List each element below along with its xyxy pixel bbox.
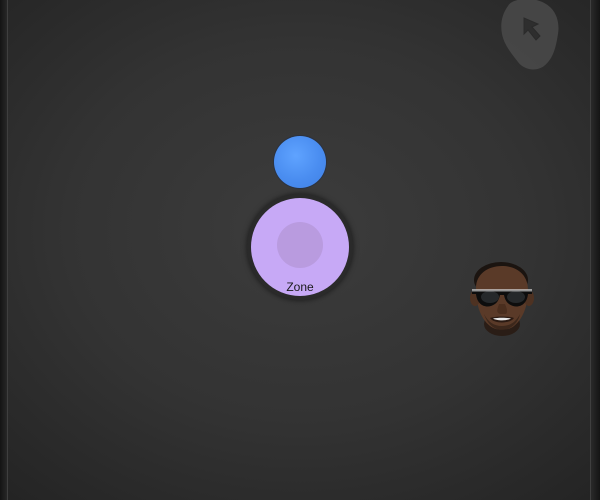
game-stage[interactable]: Zone [0, 0, 600, 500]
left-border-line [7, 0, 8, 500]
zone-fill: Zone [251, 198, 349, 296]
face-avatar-icon[interactable] [466, 260, 536, 338]
zone-label: Zone [286, 280, 314, 294]
pointer-hand-icon [494, 0, 564, 72]
blue-ball[interactable] [274, 136, 326, 188]
zone-core [277, 222, 323, 268]
right-border-line [590, 0, 591, 500]
zone[interactable]: Zone [247, 194, 353, 300]
right-border [590, 0, 600, 500]
